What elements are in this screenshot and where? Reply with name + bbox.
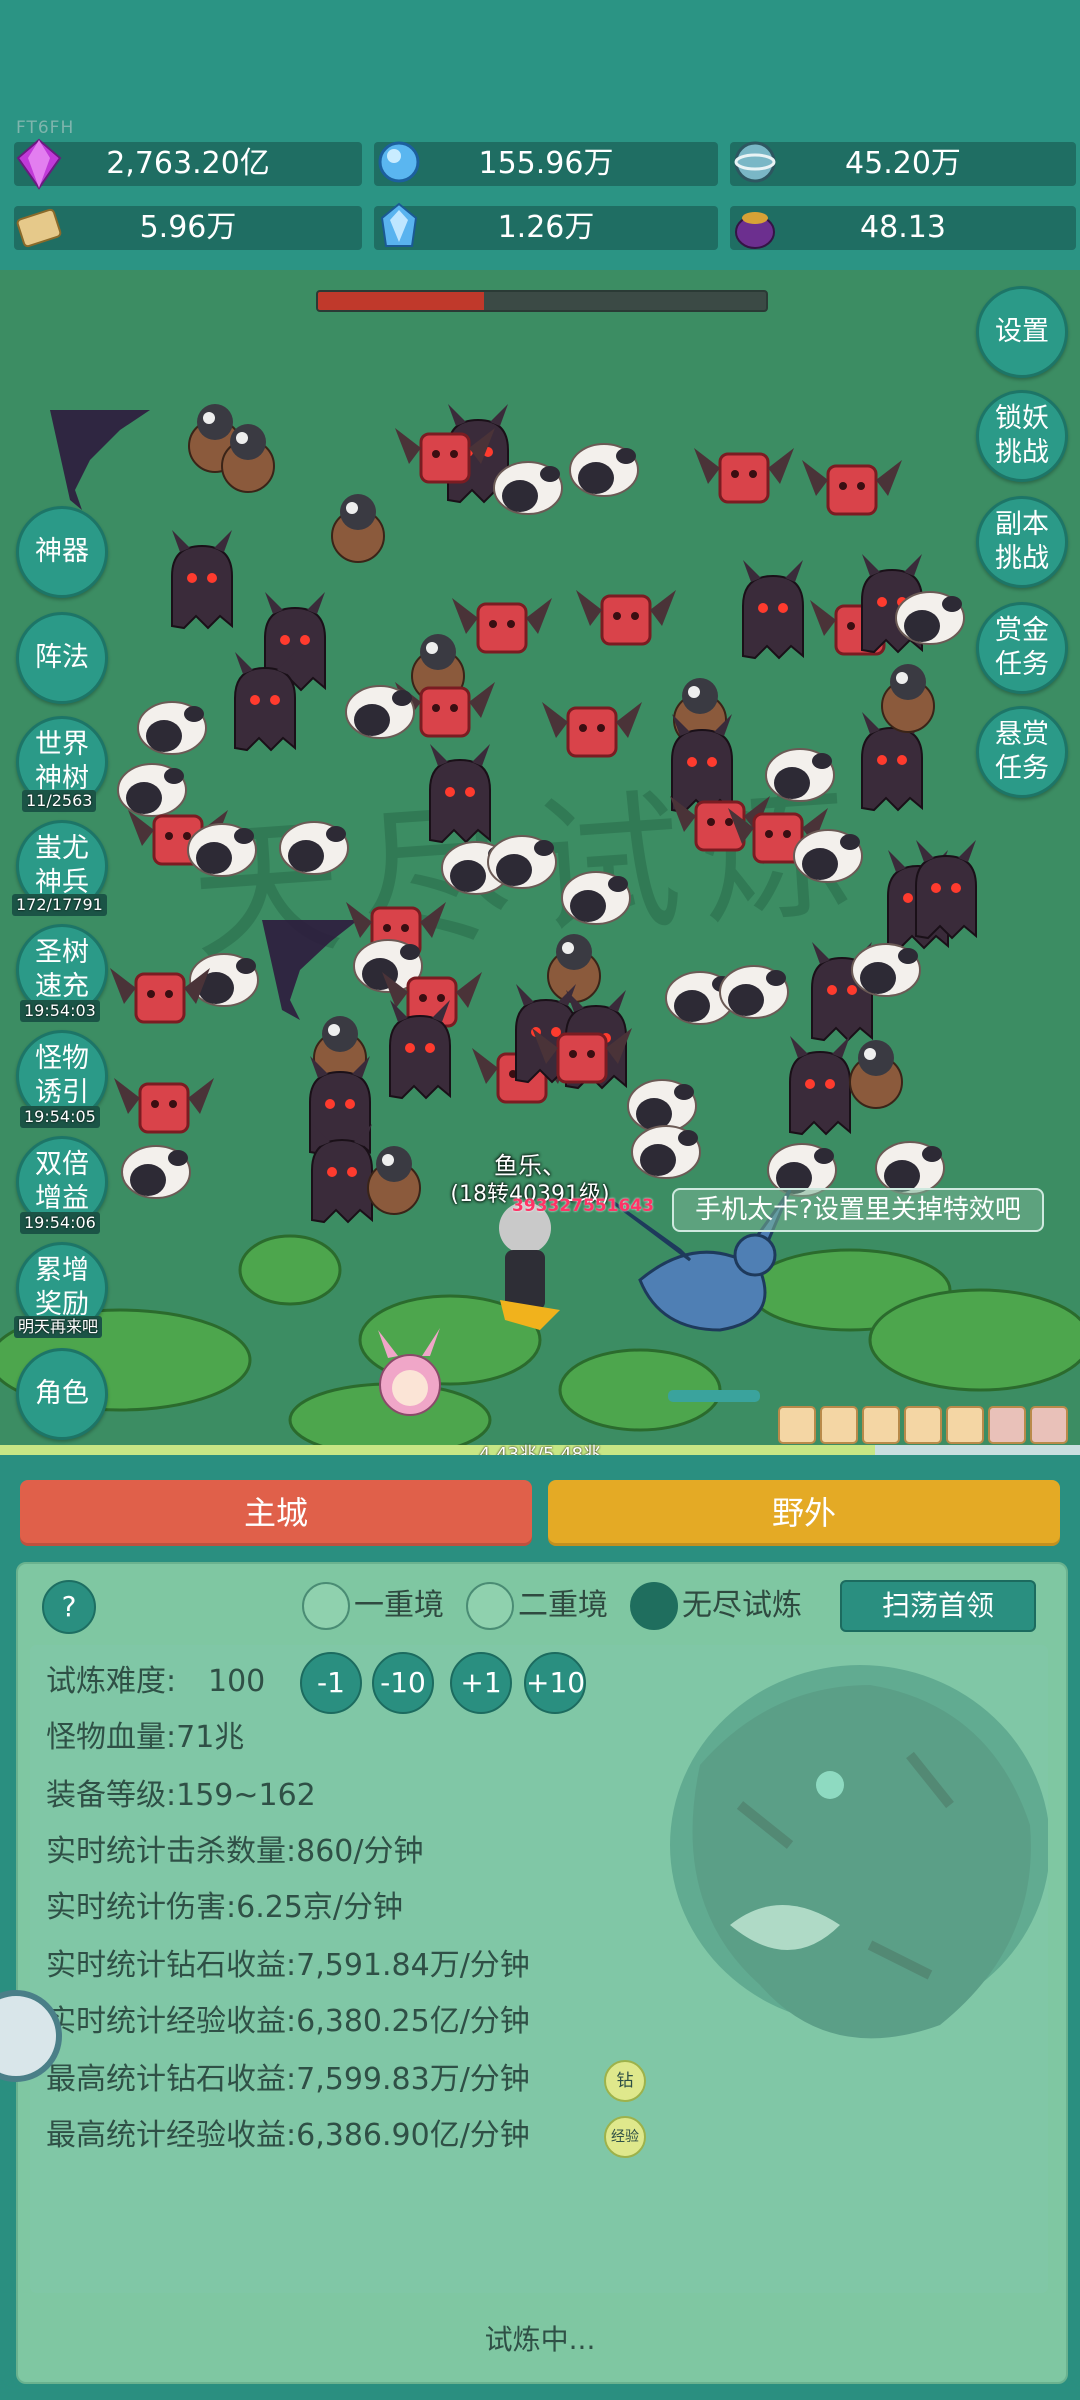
sweep-boss-button[interactable]: 扫荡首领 [840, 1580, 1036, 1632]
tiger-illustration [670, 1665, 1048, 2039]
exp-income-stat: 实时统计经验收益:6,380.25亿/分钟 [46, 2004, 530, 2039]
chiyou-weapon-progress: 172/17791 [12, 894, 107, 916]
scroll-book-icon [16, 208, 62, 248]
mode-radio-2[interactable] [466, 1582, 514, 1630]
max-exp-income-stat: 最高统计经验收益:6,386.90亿/分钟 [46, 2118, 530, 2153]
exp-badge-icon[interactable]: 经验 [604, 2116, 646, 2158]
damage-rate-stat: 实时统计伤害:6.25京/分钟 [46, 1890, 404, 1925]
globe-orb-icon [734, 141, 776, 183]
mode-radio-3[interactable] [630, 1582, 678, 1630]
damage-number: 393327551643 [512, 1196, 654, 1216]
kill-rate-stat: 实时统计击杀数量:860/分钟 [46, 1834, 424, 1869]
dungeon-challenge-button[interactable]: 副本挑战 [976, 496, 1068, 588]
buff-icon[interactable] [778, 1406, 816, 1444]
difficulty-value: 100 [208, 1664, 266, 1699]
lag-tip[interactable]: 手机太卡?设置里关掉特效吧 [672, 1188, 1044, 1232]
resource-diamond: 2,763.20亿 [14, 138, 362, 190]
treasure-pot-icon [735, 212, 775, 249]
diamond-badge-icon[interactable]: 钻 [604, 2060, 646, 2102]
max-diamond-income-stat: 最高统计钻石收益:7,599.83万/分钟 [46, 2062, 530, 2097]
button-label: 世界神树 [35, 729, 89, 794]
resource-value: 45.20万 [845, 146, 961, 181]
button-label: 圣树速充 [35, 937, 89, 1002]
equipment-level-stat: 装备等级:159~162 [46, 1778, 316, 1813]
mode-radio-1[interactable] [302, 1582, 350, 1630]
resource-pot: 48.13 [730, 206, 1076, 250]
player-character [499, 1202, 560, 1330]
demon-lock-challenge-button[interactable]: 锁妖挑战 [976, 390, 1068, 482]
buff-icon[interactable] [1030, 1406, 1068, 1444]
difficulty-minus-1-button[interactable]: -1 [300, 1652, 362, 1714]
button-label: 悬赏任务 [995, 719, 1049, 784]
holy-tree-timer: 19:54:03 [20, 1000, 100, 1022]
double-boost-timer: 19:54:06 [20, 1212, 100, 1234]
resource-orb: 45.20万 [730, 141, 1076, 186]
formation-button[interactable]: 阵法 [16, 612, 108, 704]
button-label: 角色 [35, 1378, 89, 1409]
button-label: 副本挑战 [995, 509, 1049, 574]
settings-button[interactable]: 设置 [976, 286, 1068, 378]
purple-gem-icon [16, 138, 62, 190]
world-tree-progress: 11/2563 [22, 790, 97, 812]
resource-header: FT6FH 2,763.20亿 155.96万 45.20万 5.96万 1.2… [0, 0, 1080, 270]
mode-label-3[interactable]: 无尽试炼 [682, 1584, 802, 1628]
difficulty-plus-1-button[interactable]: +1 [450, 1652, 512, 1714]
trial-status: 试炼中... [484, 2323, 596, 2356]
ice-shard-icon [380, 202, 418, 247]
button-label: 设置 [995, 316, 1049, 347]
blue-crystal-icon [378, 141, 420, 183]
mode-label-2[interactable]: 二重境 [518, 1584, 608, 1628]
button-label: 双倍增益 [35, 1149, 89, 1214]
button-label: 怪物诱引 [35, 1043, 89, 1108]
tornado-icon [50, 410, 150, 510]
monster-horde [0, 403, 1080, 1455]
monster-hp-stat: 怪物血量:71兆 [46, 1720, 245, 1755]
wild-button[interactable]: 野外 [548, 1480, 1060, 1546]
cumulative-reward-status: 明天再来吧 [14, 1316, 103, 1338]
buff-icon[interactable] [946, 1406, 984, 1444]
resource-value: 48.13 [860, 210, 946, 245]
mode-label-1[interactable]: 一重境 [354, 1584, 444, 1628]
reward-task-button[interactable]: 悬赏任务 [976, 706, 1068, 798]
help-button[interactable]: ? [42, 1580, 96, 1634]
button-label: 累增奖励 [35, 1255, 89, 1320]
button-label: 蚩尤神兵 [35, 833, 89, 898]
difficulty-minus-10-button[interactable]: -10 [372, 1652, 434, 1714]
resource-crystal: 155.96万 [374, 141, 718, 186]
tornado-icon [262, 920, 358, 1020]
boss-hp-fill [318, 292, 484, 310]
resource-value: 155.96万 [478, 146, 614, 181]
buff-icon[interactable] [988, 1406, 1026, 1444]
resource-value: 2,763.20亿 [106, 146, 270, 181]
button-label: 赏金任务 [995, 615, 1049, 680]
diamond-income-stat: 实时统计钻石收益:7,591.84万/分钟 [46, 1948, 530, 1983]
character-button[interactable]: 角色 [16, 1348, 108, 1440]
button-label: 神器 [35, 536, 89, 567]
resource-scroll: 5.96万 [14, 206, 362, 250]
artifact-button[interactable]: 神器 [16, 506, 108, 598]
battle-scene: 天尽试炼 [0, 270, 1080, 1455]
buff-icon[interactable] [904, 1406, 942, 1444]
boss-hp-bar [316, 290, 768, 312]
difficulty-label: 试炼难度: [46, 1664, 177, 1699]
main-city-button[interactable]: 主城 [20, 1480, 532, 1546]
resource-value: 5.96万 [139, 210, 237, 245]
resource-value: 1.26万 [497, 210, 595, 245]
buff-icon[interactable] [820, 1406, 858, 1444]
button-label: 锁妖挑战 [995, 403, 1049, 468]
difficulty-plus-10-button[interactable]: +10 [524, 1652, 586, 1714]
button-label: 阵法 [35, 642, 89, 673]
buff-icon[interactable] [862, 1406, 900, 1444]
resource-ice: 1.26万 [374, 202, 718, 250]
monster-lure-timer: 19:54:05 [20, 1106, 100, 1128]
bounty-gold-task-button[interactable]: 赏金任务 [976, 602, 1068, 694]
